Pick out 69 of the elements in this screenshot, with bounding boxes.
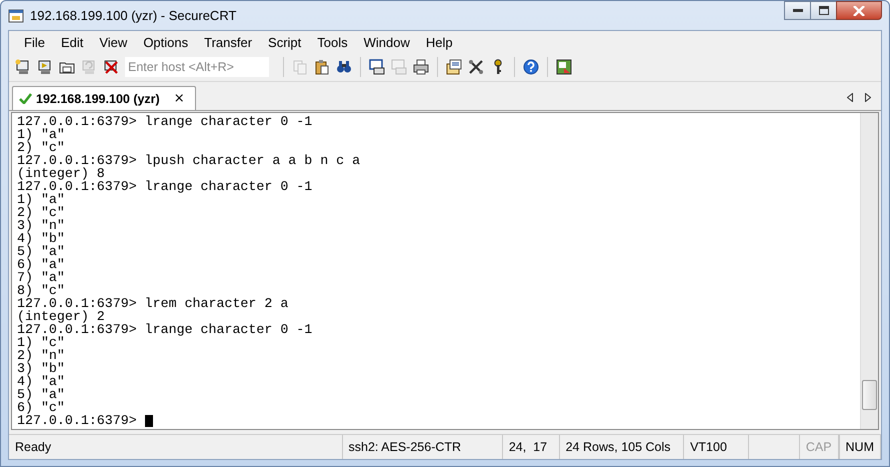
computer-icon bbox=[37, 59, 53, 75]
terminal-line: 127.0.0.1:6379> lpush character a a b n c a bbox=[17, 154, 360, 167]
computer-icon bbox=[15, 59, 31, 75]
terminal-line: 4) "b" bbox=[17, 232, 65, 245]
computer-icon bbox=[103, 59, 119, 75]
close-button[interactable] bbox=[836, 1, 882, 20]
status-text: 24, 17 bbox=[502, 435, 560, 459]
menu-item[interactable]: Tools bbox=[308, 32, 355, 52]
terminal-line: 127.0.0.1:6379> bbox=[17, 414, 138, 427]
terminal-line: 2) "c" bbox=[17, 206, 65, 219]
host-input-field[interactable]: Enter host <Alt+R> bbox=[125, 57, 269, 77]
close-tab-button[interactable]: × bbox=[172, 91, 187, 106]
menu-item[interactable]: Edit bbox=[52, 32, 90, 52]
terminal-line: 127.0.0.1:6379> lrange character 0 -1 bbox=[17, 115, 312, 128]
scrollbar[interactable] bbox=[860, 113, 878, 429]
terminal-line: 7) "a" bbox=[17, 271, 65, 284]
computer-icon bbox=[81, 59, 97, 75]
document-icon bbox=[446, 59, 462, 75]
status-text: ssh2: AES-256-CTR bbox=[342, 435, 503, 459]
terminal-line: 6) "a" bbox=[17, 258, 65, 271]
terminal-line: 1) "a" bbox=[17, 193, 65, 206]
menu-item[interactable]: Help bbox=[416, 32, 460, 52]
printer-icon bbox=[413, 59, 429, 75]
terminal-line: 2) "n" bbox=[17, 349, 65, 362]
minimize-icon bbox=[792, 8, 802, 12]
image-icon bbox=[556, 59, 572, 75]
clipboard-icon bbox=[314, 59, 330, 75]
menu-item[interactable]: Options bbox=[134, 32, 196, 52]
terminal-line: 127.0.0.1:6379> lrange character 0 -1 bbox=[17, 180, 312, 193]
close-icon bbox=[853, 6, 865, 16]
tools-icon bbox=[468, 59, 484, 75]
status-text: VT100 bbox=[684, 435, 749, 459]
terminal-line: 6) "c" bbox=[17, 401, 65, 414]
help-icon bbox=[523, 59, 539, 75]
menu-item[interactable]: Window bbox=[354, 32, 417, 52]
maximize-icon bbox=[818, 6, 828, 15]
binoculars-icon bbox=[336, 59, 352, 75]
terminal-line: 1) "a" bbox=[17, 128, 65, 141]
session-tab[interactable]: 192.168.199.100 (yzr) × bbox=[12, 86, 196, 110]
window-title: 192.168.199.100 (yzr) - SecureCRT bbox=[30, 8, 236, 23]
terminal-line: 1) "c" bbox=[17, 336, 65, 349]
terminal-line: 5) "a" bbox=[17, 245, 65, 258]
monitor-printer-icon bbox=[391, 59, 407, 75]
status-text: 24 Rows, 105 Cols bbox=[560, 435, 684, 459]
menu-item[interactable]: File bbox=[15, 32, 52, 52]
documents-icon bbox=[292, 59, 308, 75]
tab-label: 192.168.199.100 (yzr) bbox=[36, 92, 160, 106]
terminal-line: 4) "a" bbox=[17, 375, 65, 388]
terminal-line: 3) "n" bbox=[17, 219, 65, 232]
maximize-button[interactable] bbox=[810, 1, 837, 20]
menu-item[interactable]: Script bbox=[259, 32, 308, 52]
status-text: Ready bbox=[9, 435, 342, 459]
status-indicator: CAP bbox=[798, 435, 839, 459]
terminal-line: 3) "b" bbox=[17, 362, 65, 375]
monitor-printer-icon bbox=[369, 59, 385, 75]
terminal-line: 5) "a" bbox=[17, 388, 65, 401]
terminal-line: 2) "c" bbox=[17, 141, 65, 154]
minimize-button[interactable] bbox=[784, 1, 811, 20]
terminal-icon bbox=[8, 8, 24, 24]
right-arrow-icon[interactable] bbox=[865, 92, 871, 102]
terminal-line: 127.0.0.1:6379> lrange character 0 -1 bbox=[17, 323, 312, 336]
menu-item[interactable]: View bbox=[90, 32, 134, 52]
terminal-line: (integer) 2 bbox=[17, 310, 105, 323]
left-arrow-icon[interactable] bbox=[847, 92, 853, 102]
terminal-line: (integer) 8 bbox=[17, 167, 105, 180]
terminal-line: 127.0.0.1:6379> lrem character 2 a bbox=[17, 297, 288, 310]
terminal-line: 8) "c" bbox=[17, 284, 65, 297]
status-indicator: NUM bbox=[838, 435, 881, 459]
menu-item[interactable]: Transfer bbox=[195, 32, 260, 52]
